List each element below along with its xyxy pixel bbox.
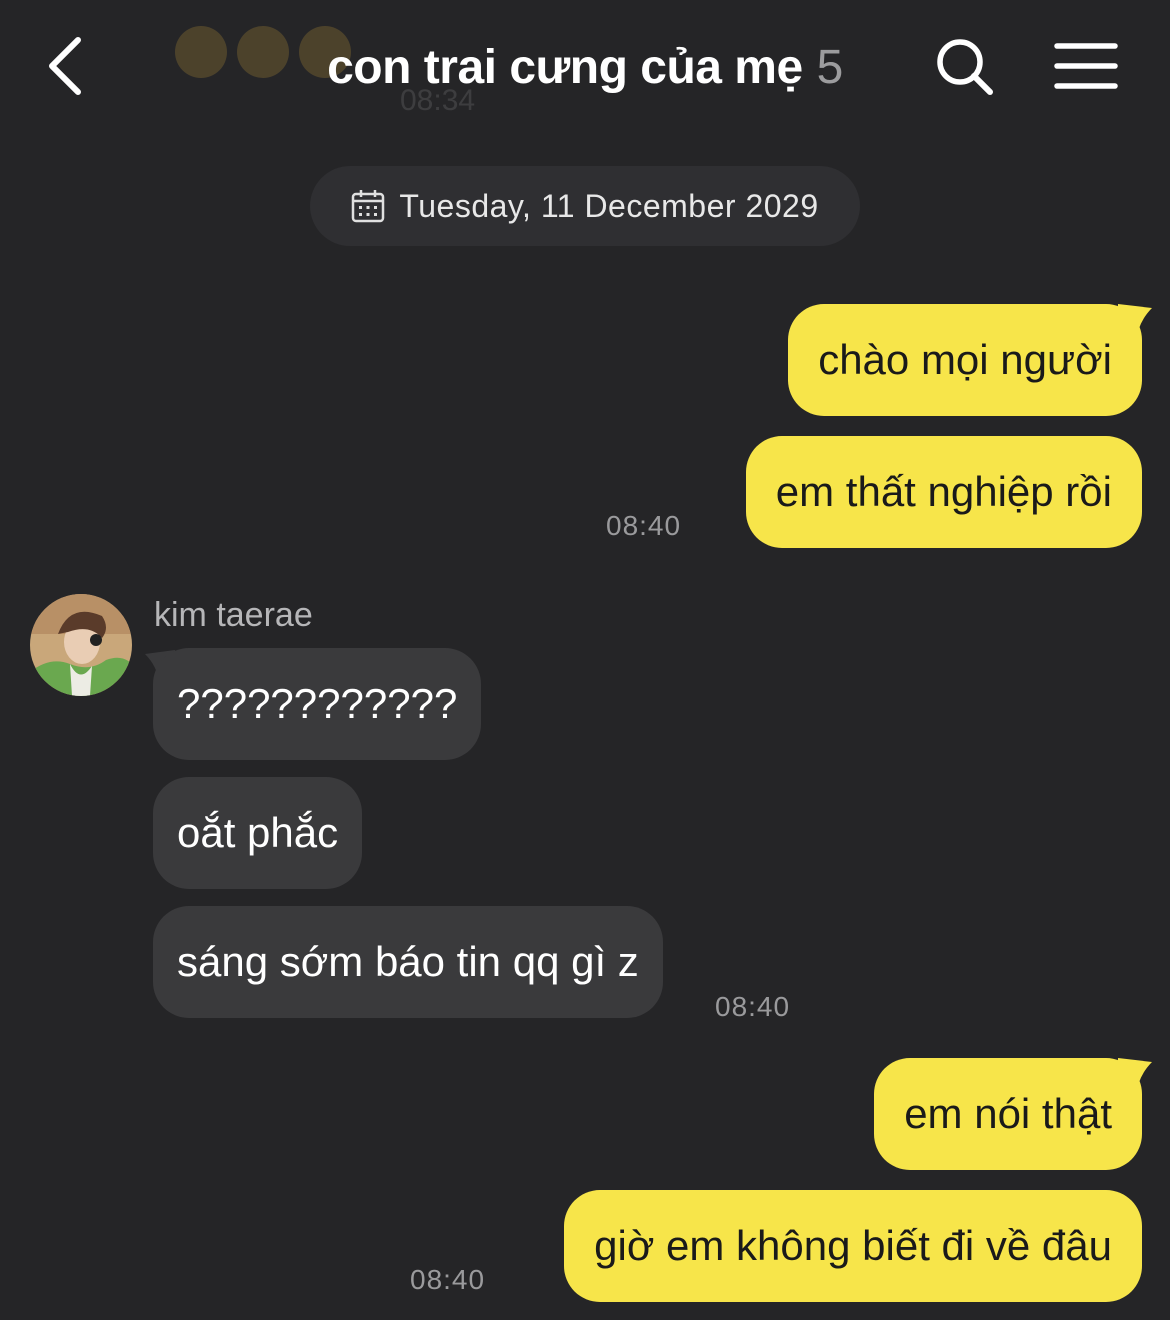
message-bubble-incoming[interactable]: oắt phắc [153,777,363,889]
message-bubble-outgoing[interactable]: giờ em không biết đi về đâu [564,1190,1142,1302]
search-button[interactable] [934,36,996,98]
message-bubble-outgoing[interactable]: em thất nghiệp rồi [745,436,1142,548]
calendar-icon [352,190,385,223]
profile-photo [30,594,132,696]
message-timestamp: 08:40 [410,1264,486,1295]
chat-header: 08:34 con trai cưng của mẹ 5 [0,0,1170,140]
avatar[interactable] [30,594,132,696]
search-icon [937,39,993,95]
member-count: 5 [816,41,844,94]
chat-name: con trai cưng của mẹ [327,41,803,94]
message-bubble-incoming[interactable]: ???????????? [153,648,482,760]
message-bubble-outgoing[interactable]: chào mọi người [788,304,1142,416]
message-bubble-incoming[interactable]: sáng sớm báo tin qq gì z [153,906,663,1018]
date-label: Tuesday, 11 December 2029 [399,187,819,224]
sender-name[interactable]: kim taerae [154,596,313,635]
date-separator: Tuesday, 11 December 2029 [310,166,860,246]
message-timestamp: 08:40 [715,991,791,1022]
message-timestamp: 08:40 [606,510,682,541]
menu-icon [1054,43,1118,89]
menu-button[interactable] [1054,42,1118,90]
message-bubble-outgoing[interactable]: em nói thật [874,1058,1142,1170]
